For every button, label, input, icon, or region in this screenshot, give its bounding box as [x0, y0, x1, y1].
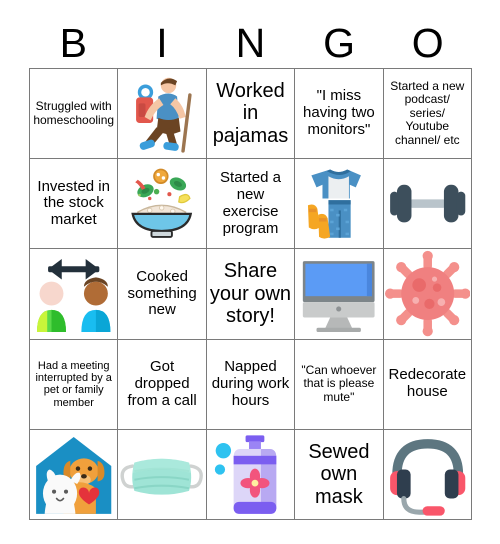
cell-b4[interactable]: Had a meeting interrupted by a pet or fa…: [30, 339, 119, 430]
cell-b4-label: Had a meeting interrupted by a pet or fa…: [35, 359, 112, 409]
cell-g5[interactable]: Sewed own mask: [295, 429, 384, 520]
cell-o5[interactable]: [383, 429, 472, 520]
dumbbell-icon: [385, 160, 470, 247]
pet-house-icon: [31, 431, 116, 518]
cell-b2[interactable]: Invested in the stock market: [30, 159, 119, 250]
cell-g1[interactable]: "I miss having two monitors": [295, 69, 384, 160]
cell-g1-label: "I miss having two monitors": [303, 87, 375, 138]
cell-b1-label: Struggled with homeschooling: [33, 99, 115, 127]
hiker-icon: [119, 70, 204, 157]
cell-i3-label: Cooked something new: [127, 267, 197, 319]
cell-o1[interactable]: Started a new podcast/ series/ Youtube c…: [383, 69, 472, 160]
cell-n3-free-space[interactable]: Share your own story!: [206, 249, 296, 340]
desktop-computer-icon: [296, 250, 381, 337]
pajamas-icon: [296, 160, 381, 247]
cell-i4-label: Got dropped from a call: [127, 358, 197, 409]
bingo-card: B I N G O Struggled with homeschooling Worke…: [0, 0, 500, 544]
cell-g5-label: Sewed own mask: [308, 440, 370, 508]
cell-g4-label: "Can whoever that is please mute": [301, 363, 377, 404]
social-distancing-icon: [31, 250, 116, 337]
virus-icon: [384, 250, 470, 337]
cell-n1[interactable]: Worked in pajamas: [206, 69, 296, 160]
cell-i3[interactable]: Cooked something new: [118, 249, 207, 340]
cell-n5[interactable]: [206, 429, 296, 520]
cell-i4[interactable]: Got dropped from a call: [118, 339, 207, 430]
cell-b2-label: Invested in the stock market: [37, 177, 110, 229]
cell-b5[interactable]: [30, 429, 119, 520]
cell-n3-free-space-label: Share your own story!: [209, 260, 292, 328]
cell-g2[interactable]: [295, 159, 384, 250]
cell-n4-label: Napped during work hours: [211, 358, 290, 409]
cell-g3[interactable]: [295, 249, 384, 340]
cell-g4[interactable]: "Can whoever that is please mute": [295, 339, 384, 430]
cell-i2[interactable]: [118, 159, 207, 250]
cell-o2[interactable]: [383, 159, 472, 250]
soap-bottle-icon: [208, 431, 293, 518]
cell-n4[interactable]: Napped during work hours: [206, 339, 296, 430]
cell-n1-label: Worked in pajamas: [212, 80, 289, 147]
cell-o4[interactable]: Redecorate house: [383, 339, 472, 430]
cell-i1[interactable]: [118, 69, 207, 160]
face-mask-icon: [119, 431, 204, 518]
headset-icon: [385, 431, 470, 518]
cell-o4-label: Redecorate house: [388, 366, 467, 401]
bingo-header: BINGO: [29, 18, 472, 68]
bingo-header-letter-i: I: [156, 20, 168, 66]
cell-n2-label: Started a new exercise program: [220, 169, 281, 237]
cell-i5[interactable]: [118, 429, 207, 520]
bingo-header-letter-o: O: [411, 20, 444, 66]
cell-o1-label: Started a new podcast/ series/ Youtube c…: [390, 79, 465, 147]
cell-o3[interactable]: [383, 249, 472, 340]
bingo-header-letter-b: B: [59, 20, 87, 66]
salad-bowl-icon: [119, 160, 204, 247]
bingo-grid: Struggled with homeschooling Worked in p…: [29, 68, 472, 520]
bingo-header-letter-n: N: [235, 20, 266, 66]
cell-b3[interactable]: [30, 249, 119, 340]
bingo-header-letter-g: G: [323, 20, 356, 66]
cell-n2[interactable]: Started a new exercise program: [206, 159, 296, 250]
cell-b1[interactable]: Struggled with homeschooling: [30, 69, 119, 160]
